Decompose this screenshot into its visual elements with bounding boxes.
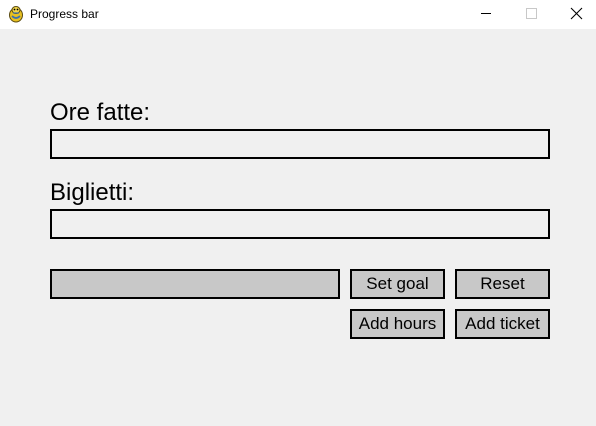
close-button[interactable]: [555, 0, 596, 29]
minimize-icon: [481, 13, 491, 14]
window-title: Progress bar: [30, 7, 99, 21]
tickets-progress-bar: [50, 209, 550, 239]
tickets-label: Biglietti:: [50, 179, 135, 206]
goal-input[interactable]: [50, 269, 340, 299]
add-hours-button[interactable]: Add hours: [350, 309, 445, 339]
hours-label: Ore fatte:: [50, 99, 151, 126]
maximize-button[interactable]: [509, 0, 555, 29]
maximize-icon: [526, 8, 537, 19]
set-goal-button[interactable]: Set goal: [350, 269, 445, 299]
reset-button[interactable]: Reset: [455, 269, 550, 299]
title-bar[interactable]: Progress bar: [0, 0, 596, 29]
hours-progress-bar: [50, 129, 550, 159]
minimize-button[interactable]: [463, 0, 509, 29]
add-ticket-button[interactable]: Add ticket: [455, 309, 550, 339]
close-icon: [570, 7, 583, 20]
app-window: Progress bar Ore fatte: Biglietti: Set g…: [0, 0, 596, 426]
pygame-snake-icon: [8, 5, 24, 23]
